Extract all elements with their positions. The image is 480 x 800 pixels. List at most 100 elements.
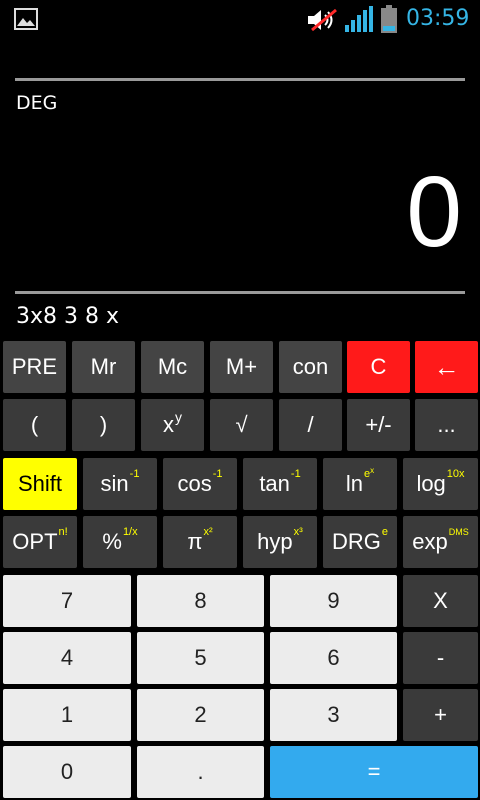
digit-2-label: 2 bbox=[194, 702, 207, 727]
multiply-label: X bbox=[433, 588, 448, 613]
equals-label: = bbox=[367, 759, 381, 784]
status-bar: 03:59 bbox=[0, 0, 480, 38]
memory-add-button[interactable]: M+ bbox=[210, 341, 273, 393]
clear-button[interactable]: C bbox=[347, 341, 410, 393]
ln-shift-exp: x bbox=[370, 466, 375, 475]
digit-8-label: 8 bbox=[194, 588, 207, 613]
memory-recall-button[interactable]: Mr bbox=[72, 341, 135, 393]
close-paren-button[interactable]: ) bbox=[72, 399, 135, 451]
digit-1-label: 1 bbox=[60, 702, 74, 727]
opt-label: OPT bbox=[12, 529, 58, 554]
negate-button[interactable]: +/- bbox=[347, 399, 410, 451]
ln-label: ln bbox=[345, 471, 363, 496]
drg-button[interactable]: DRG e bbox=[323, 516, 397, 568]
cos-button[interactable]: cos -1 bbox=[163, 458, 237, 510]
backspace-icon: ← bbox=[433, 351, 460, 382]
hyp-button[interactable]: hyp x³ bbox=[243, 516, 317, 568]
decimal-point-button[interactable]: . bbox=[137, 746, 264, 798]
digit-7-button[interactable]: 7 bbox=[3, 575, 131, 627]
clear-label: C bbox=[370, 354, 387, 379]
sqrt-label: √ bbox=[235, 412, 248, 437]
tan-button[interactable]: tan -1 bbox=[243, 458, 317, 510]
digit-8-button[interactable]: 8 bbox=[137, 575, 264, 627]
more-button[interactable]: ... bbox=[415, 399, 478, 451]
digit-4-label: 4 bbox=[60, 645, 74, 670]
digit-1-button[interactable]: 1 bbox=[3, 689, 131, 741]
result-display: 0 bbox=[406, 156, 462, 268]
sin-button[interactable]: sin -1 bbox=[83, 458, 157, 510]
minus-button[interactable]: - bbox=[403, 632, 478, 684]
digit-3-label: 3 bbox=[327, 702, 340, 727]
digit-2-button[interactable]: 2 bbox=[137, 689, 264, 741]
exp-button[interactable]: exp DMS bbox=[403, 516, 478, 568]
log-shift-label: 10x bbox=[446, 468, 465, 480]
pi-button[interactable]: π x² bbox=[163, 516, 237, 568]
percent-button[interactable]: % 1/x bbox=[83, 516, 157, 568]
square-root-button[interactable]: √ bbox=[210, 399, 273, 451]
signal-icon bbox=[345, 6, 373, 32]
power-button[interactable]: xy bbox=[141, 399, 204, 451]
shift-button[interactable]: Shift bbox=[3, 458, 77, 510]
cube-shift-label: x³ bbox=[293, 526, 303, 538]
digit-5-label: 5 bbox=[194, 645, 207, 670]
tan-label: tan bbox=[259, 471, 290, 496]
minus-label: - bbox=[436, 645, 445, 670]
open-paren-button[interactable]: ( bbox=[3, 399, 66, 451]
pi-label: π bbox=[187, 529, 203, 554]
divide-label: / bbox=[307, 412, 314, 437]
sin-inverse-label: -1 bbox=[129, 468, 140, 480]
sin-label: sin bbox=[100, 471, 129, 496]
power-exponent-label: y bbox=[175, 409, 182, 425]
exp-label: exp bbox=[412, 529, 448, 554]
plus-button[interactable]: + bbox=[403, 689, 478, 741]
digit-0-label: 0 bbox=[60, 759, 74, 784]
decimal-point-label: . bbox=[197, 759, 204, 784]
expression-display: 3x8 3 8 x bbox=[16, 304, 120, 329]
euler-shift-label: e bbox=[381, 526, 388, 538]
gallery-icon bbox=[14, 8, 38, 30]
close-paren-label: ) bbox=[99, 412, 108, 437]
power-base-label: x bbox=[163, 412, 174, 437]
open-paren-label: ( bbox=[30, 412, 39, 437]
digit-0-button[interactable]: 0 bbox=[3, 746, 131, 798]
square-shift-label: x² bbox=[203, 526, 213, 538]
shift-label: Shift bbox=[17, 471, 63, 496]
angle-mode-indicator: DEG bbox=[16, 92, 58, 114]
ln-shift-label: ex bbox=[364, 466, 375, 480]
digit-3-button[interactable]: 3 bbox=[270, 689, 397, 741]
digit-6-button[interactable]: 6 bbox=[270, 632, 397, 684]
factorial-shift-label: n! bbox=[58, 526, 68, 538]
volume-muted-icon bbox=[308, 8, 337, 32]
equals-button[interactable]: = bbox=[270, 746, 478, 798]
mplus-label: M+ bbox=[225, 354, 258, 379]
cos-inverse-label: -1 bbox=[212, 468, 223, 480]
multiply-button[interactable]: X bbox=[403, 575, 478, 627]
digit-5-button[interactable]: 5 bbox=[137, 632, 264, 684]
log-button[interactable]: log 10x bbox=[403, 458, 478, 510]
dms-shift-label: DMS bbox=[448, 527, 469, 537]
ln-button[interactable]: ln ex bbox=[323, 458, 397, 510]
reciprocal-shift-label: 1/x bbox=[122, 526, 138, 538]
drg-label: DRG bbox=[331, 529, 381, 554]
log-label: log bbox=[416, 471, 446, 496]
display-top-divider bbox=[15, 78, 465, 81]
pre-button[interactable]: PRE bbox=[3, 341, 66, 393]
backspace-button[interactable]: ← bbox=[415, 341, 478, 393]
tan-inverse-label: -1 bbox=[290, 468, 301, 480]
plus-label: + bbox=[434, 702, 447, 727]
divide-button[interactable]: / bbox=[279, 399, 342, 451]
mc-label: Mc bbox=[157, 354, 188, 379]
options-button[interactable]: OPT n! bbox=[3, 516, 77, 568]
con-label: con bbox=[292, 354, 329, 379]
more-label: ... bbox=[437, 412, 456, 437]
digit-4-button[interactable]: 4 bbox=[3, 632, 131, 684]
battery-icon bbox=[381, 5, 397, 33]
digit-9-button[interactable]: 9 bbox=[270, 575, 397, 627]
constants-button[interactable]: con bbox=[279, 341, 342, 393]
mr-label: Mr bbox=[90, 354, 117, 379]
hyp-label: hyp bbox=[257, 529, 293, 554]
digit-6-label: 6 bbox=[327, 645, 340, 670]
memory-clear-button[interactable]: Mc bbox=[141, 341, 204, 393]
display-bottom-divider bbox=[15, 291, 465, 294]
digit-7-label: 7 bbox=[60, 588, 74, 613]
